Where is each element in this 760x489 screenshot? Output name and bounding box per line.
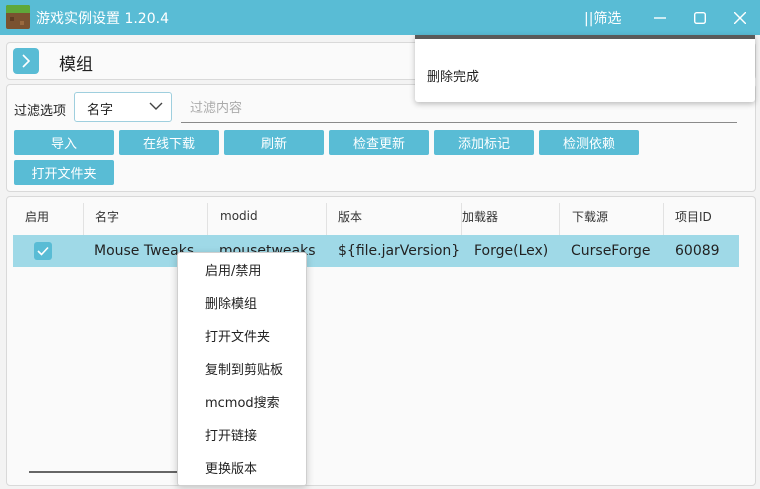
toast-message: 删除完成 <box>427 70 480 85</box>
mod-version-cell: ${file.jarVersion} <box>338 243 461 259</box>
filter-option-value: 名字 <box>87 103 114 118</box>
menu-item-change-version[interactable]: 更换版本 <box>178 451 306 484</box>
filter-option-select[interactable]: 名字 <box>74 92 172 122</box>
context-menu: 启用/禁用 删除模组 打开文件夹 复制到剪贴板 mcmod搜索 打开链接 更换版… <box>177 252 307 486</box>
menu-item-open-folder[interactable]: 打开文件夹 <box>178 319 306 352</box>
close-icon[interactable] <box>720 0 760 35</box>
column-header-project-id[interactable]: 项目ID <box>663 197 739 235</box>
online-download-button[interactable]: 在线下载 <box>119 130 219 155</box>
table-row[interactable]: Mouse Tweaks mousetweaks ${file.jarVersi… <box>13 235 739 267</box>
mod-table: 启用 名字 modid 版本 加载器 下载源 项目ID Mouse Tweaks… <box>6 196 756 486</box>
grass-block-icon <box>6 5 30 29</box>
chevron-right-icon[interactable] <box>13 48 39 74</box>
minimize-icon[interactable] <box>640 0 680 35</box>
filter-toggle-button[interactable]: ||筛选 <box>584 8 621 28</box>
menu-item-copy-clipboard[interactable]: 复制到剪贴板 <box>178 352 306 385</box>
import-button[interactable]: 导入 <box>14 130 114 155</box>
toast-notification: 删除完成 <box>415 35 755 102</box>
mod-source-cell: CurseForge <box>571 243 651 259</box>
maximize-icon[interactable] <box>680 0 720 35</box>
page-title: 模组 <box>59 55 93 75</box>
column-header-loader[interactable]: 加载器 <box>450 197 560 235</box>
column-header-version[interactable]: 版本 <box>326 197 462 235</box>
filter-option-label: 过滤选项 <box>14 104 67 119</box>
mod-loader-cell: Forge(Lex) <box>474 243 549 259</box>
menu-item-delete-mod[interactable]: 删除模组 <box>178 286 306 319</box>
open-folder-button[interactable]: 打开文件夹 <box>14 160 114 185</box>
column-header-enabled[interactable]: 启用 <box>13 197 83 235</box>
menu-item-mcmod-search[interactable]: mcmod搜索 <box>178 385 306 418</box>
horizontal-scrollbar[interactable] <box>29 471 179 473</box>
menu-item-toggle-enable[interactable]: 启用/禁用 <box>178 253 306 286</box>
mod-project-id-cell: 60089 <box>675 243 720 259</box>
chevron-down-icon <box>149 102 163 110</box>
enabled-checkbox[interactable] <box>34 242 52 260</box>
check-icon <box>37 246 49 256</box>
window-title: 游戏实例设置 1.20.4 <box>36 11 169 27</box>
title-bar: 游戏实例设置 1.20.4 ||筛选 <box>0 0 760 35</box>
column-header-modid[interactable]: modid <box>208 197 326 235</box>
menu-item-open-link[interactable]: 打开链接 <box>178 418 306 451</box>
add-tag-button[interactable]: 添加标记 <box>434 130 534 155</box>
column-header-source[interactable]: 下载源 <box>560 197 664 235</box>
check-update-button[interactable]: 检查更新 <box>329 130 429 155</box>
column-header-name[interactable]: 名字 <box>83 197 207 235</box>
refresh-button[interactable]: 刷新 <box>224 130 324 155</box>
check-dependencies-button[interactable]: 检测依赖 <box>539 130 639 155</box>
